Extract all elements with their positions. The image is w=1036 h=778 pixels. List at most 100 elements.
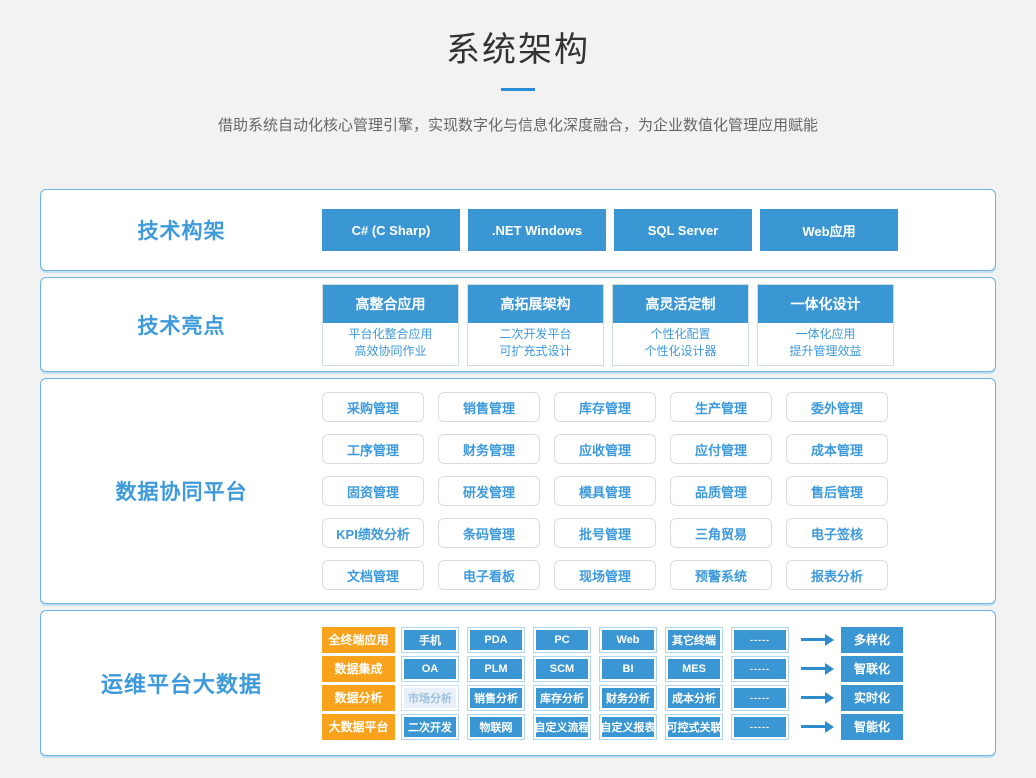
section-highlights-label: 技术亮点 bbox=[41, 310, 322, 340]
platform-module-chip: 现场管理 bbox=[554, 560, 656, 590]
platform-module-chip: 批号管理 bbox=[554, 518, 656, 548]
bigdata-row: 数据分析市场分析销售分析库存分析财务分析成本分析-----实时化 bbox=[322, 685, 903, 711]
platform-module-chip: 库存管理 bbox=[554, 392, 656, 422]
section-tech-stack: 技术构架 C# (C Sharp).NET WindowsSQL ServerW… bbox=[40, 189, 996, 271]
platform-module-chip: 电子签核 bbox=[786, 518, 888, 548]
flow-arrow-icon bbox=[801, 725, 825, 728]
platform-module-chip: KPI绩效分析 bbox=[322, 518, 424, 548]
bigdata-cell: ----- bbox=[731, 685, 789, 711]
highlight-card-body: 平台化整合应用高效协同作业 bbox=[323, 323, 458, 365]
highlight-card-line: 个性化配置 bbox=[613, 326, 748, 343]
bigdata-cell: 可控式关联 bbox=[665, 714, 723, 740]
highlight-card-body: 二次开发平台可扩充式设计 bbox=[468, 323, 603, 365]
section-platform: 数据协同平台 采购管理销售管理库存管理生产管理委外管理工序管理财务管理应收管理应… bbox=[40, 378, 996, 604]
section-boxes: 技术构架 C# (C Sharp).NET WindowsSQL ServerW… bbox=[0, 189, 1036, 756]
highlight-card-title: 高整合应用 bbox=[323, 285, 458, 323]
bigdata-cell: 自定义流程 bbox=[533, 714, 591, 740]
bigdata-cell: OA bbox=[401, 656, 459, 682]
flow-arrow-icon bbox=[801, 667, 825, 670]
platform-module-chip: 财务管理 bbox=[438, 434, 540, 464]
platform-module-chip: 售后管理 bbox=[786, 476, 888, 506]
bigdata-category-chip: 数据分析 bbox=[322, 685, 395, 711]
bigdata-cell: 自定义报表 bbox=[599, 714, 657, 740]
highlight-card-body: 一体化应用提升管理效益 bbox=[758, 323, 893, 365]
platform-module-chip: 成本管理 bbox=[786, 434, 888, 464]
bigdata-cell: 物联网 bbox=[467, 714, 525, 740]
bigdata-result-chip: 智联化 bbox=[841, 656, 903, 682]
bigdata-cell: MES bbox=[665, 656, 723, 682]
bigdata-rows: 全终端应用手机 PDA PC Web 其它终端 ----- 多样化数据集成OA PLM SCM B… bbox=[322, 627, 903, 740]
flow-arrow-icon bbox=[801, 638, 825, 641]
platform-module-chip: 固资管理 bbox=[322, 476, 424, 506]
section-bigdata-label: 运维平台大数据 bbox=[41, 667, 322, 699]
highlight-card-title: 高灵活定制 bbox=[613, 285, 748, 323]
platform-module-chip: 报表分析 bbox=[786, 560, 888, 590]
bigdata-cell: PC bbox=[533, 627, 591, 653]
bigdata-cell: 手机 bbox=[401, 627, 459, 653]
highlight-card-line: 一体化应用 bbox=[758, 326, 893, 343]
highlight-card: 高整合应用平台化整合应用高效协同作业 bbox=[322, 284, 459, 366]
platform-module-grid: 采购管理销售管理库存管理生产管理委外管理工序管理财务管理应收管理应付管理成本管理… bbox=[322, 386, 904, 596]
platform-module-chip: 采购管理 bbox=[322, 392, 424, 422]
highlight-card-title: 高拓展架构 bbox=[468, 285, 603, 323]
bigdata-result-chip: 多样化 bbox=[841, 627, 903, 653]
highlight-card: 高灵活定制个性化配置个性化设计器 bbox=[612, 284, 749, 366]
highlight-card: 一体化设计一体化应用提升管理效益 bbox=[757, 284, 894, 366]
platform-module-chip: 三角贸易 bbox=[670, 518, 772, 548]
tech-stack-button: C# (C Sharp) bbox=[322, 209, 460, 251]
bigdata-cell: 财务分析 bbox=[599, 685, 657, 711]
system-architecture-page: 系统架构 借助系统自动化核心管理引擎，实现数字化与信息化深度融合，为企业数值化管… bbox=[0, 0, 1036, 778]
platform-module-chip: 应收管理 bbox=[554, 434, 656, 464]
bigdata-cell: SCM bbox=[533, 656, 591, 682]
platform-module-chip: 应付管理 bbox=[670, 434, 772, 464]
highlight-card: 高拓展架构二次开发平台可扩充式设计 bbox=[467, 284, 604, 366]
bigdata-row: 大数据平台二次开发物联网自定义流程自定义报表可控式关联-----智能化 bbox=[322, 714, 903, 740]
tech-stack-button: .NET Windows bbox=[468, 209, 606, 251]
highlight-card-line: 平台化整合应用 bbox=[323, 326, 458, 343]
platform-module-chip: 文档管理 bbox=[322, 560, 424, 590]
tech-stack-buttons: C# (C Sharp).NET WindowsSQL ServerWeb应用 bbox=[322, 209, 906, 251]
page-subtitle: 借助系统自动化核心管理引擎，实现数字化与信息化深度融合，为企业数值化管理应用赋能 bbox=[0, 114, 1036, 135]
highlight-card-line: 高效协同作业 bbox=[323, 343, 458, 360]
platform-module-chip: 模具管理 bbox=[554, 476, 656, 506]
page-title: 系统架构 bbox=[0, 22, 1036, 71]
platform-module-chip: 电子看板 bbox=[438, 560, 540, 590]
section-platform-label: 数据协同平台 bbox=[41, 476, 322, 506]
platform-module-chip: 委外管理 bbox=[786, 392, 888, 422]
highlight-cards: 高整合应用平台化整合应用高效协同作业高拓展架构二次开发平台可扩充式设计高灵活定制… bbox=[322, 284, 902, 366]
section-highlights: 技术亮点 高整合应用平台化整合应用高效协同作业高拓展架构二次开发平台可扩充式设计… bbox=[40, 277, 996, 372]
highlight-card-line: 个性化设计器 bbox=[613, 343, 748, 360]
bigdata-cell: BI bbox=[599, 656, 657, 682]
bigdata-cell: Web bbox=[599, 627, 657, 653]
highlight-card-line: 可扩充式设计 bbox=[468, 343, 603, 360]
bigdata-row: 数据集成OA PLM SCM BI MES ----- 智联化 bbox=[322, 656, 903, 682]
bigdata-cell: PDA bbox=[467, 627, 525, 653]
bigdata-cell: 成本分析 bbox=[665, 685, 723, 711]
bigdata-result-chip: 智能化 bbox=[841, 714, 903, 740]
bigdata-cell: 其它终端 bbox=[665, 627, 723, 653]
bigdata-cell: 销售分析 bbox=[467, 685, 525, 711]
highlight-card-line: 提升管理效益 bbox=[758, 343, 893, 360]
bigdata-cell: ----- bbox=[731, 656, 789, 682]
bigdata-cell: 库存分析 bbox=[533, 685, 591, 711]
bigdata-result-chip: 实时化 bbox=[841, 685, 903, 711]
section-bigdata: 运维平台大数据 全终端应用手机 PDA PC Web 其它终端 ----- 多样化数据集成O… bbox=[40, 610, 996, 756]
platform-module-chip: 研发管理 bbox=[438, 476, 540, 506]
platform-module-chip: 品质管理 bbox=[670, 476, 772, 506]
bigdata-cell: ----- bbox=[731, 627, 789, 653]
highlight-card-line: 二次开发平台 bbox=[468, 326, 603, 343]
platform-module-chip: 工序管理 bbox=[322, 434, 424, 464]
page-header: 系统架构 借助系统自动化核心管理引擎，实现数字化与信息化深度融合，为企业数值化管… bbox=[0, 0, 1036, 135]
highlight-card-body: 个性化配置个性化设计器 bbox=[613, 323, 748, 365]
platform-module-chip: 预警系统 bbox=[670, 560, 772, 590]
platform-module-chip: 条码管理 bbox=[438, 518, 540, 548]
bigdata-cell: PLM bbox=[467, 656, 525, 682]
title-divider bbox=[501, 88, 535, 91]
bigdata-cell: ----- bbox=[731, 714, 789, 740]
bigdata-category-chip: 全终端应用 bbox=[322, 627, 395, 653]
tech-stack-button: Web应用 bbox=[760, 209, 898, 251]
platform-module-chip: 销售管理 bbox=[438, 392, 540, 422]
bigdata-cell: 二次开发 bbox=[401, 714, 459, 740]
tech-stack-button: SQL Server bbox=[614, 209, 752, 251]
bigdata-category-chip: 数据集成 bbox=[322, 656, 395, 682]
